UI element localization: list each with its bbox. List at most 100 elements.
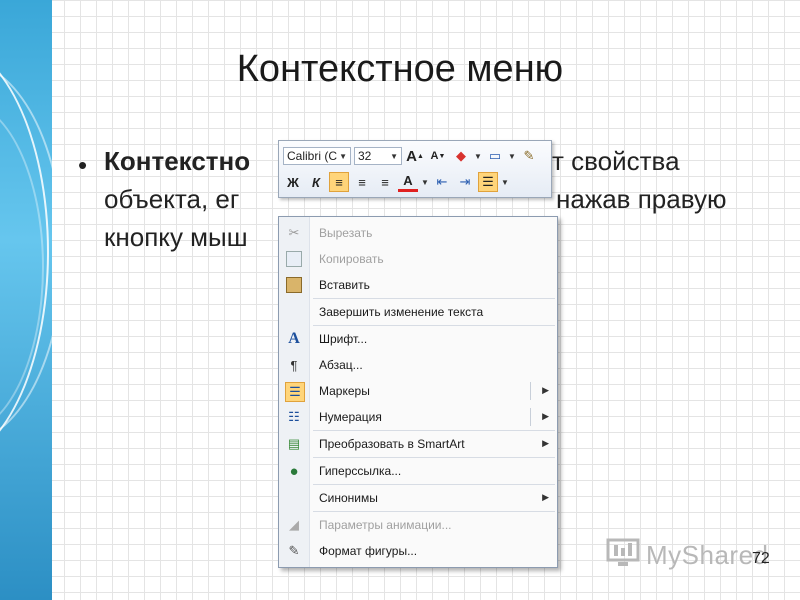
fill-color-button[interactable]: ◆	[451, 146, 471, 166]
font-color-button[interactable]: A	[398, 172, 418, 192]
decrease-indent-icon: ⇤	[436, 174, 448, 189]
menu-item-font[interactable]: A Шрифт...	[279, 327, 557, 351]
submenu-arrow-icon[interactable]: ▶	[542, 492, 549, 503]
chevron-down-icon[interactable]: ▼	[474, 152, 482, 161]
grow-font-icon: A	[406, 147, 417, 165]
shrink-font-button[interactable]: A ▼	[428, 146, 448, 166]
font-icon: A	[288, 330, 300, 347]
bullet-marker: •	[78, 150, 88, 180]
font-name-value: Calibri (С	[287, 149, 338, 163]
bullet-text-line3: кнопку мыш	[104, 222, 248, 252]
menu-item-label: Копировать	[319, 252, 384, 266]
watermark-monitor-icon	[606, 538, 640, 566]
toolbar-row-1: Calibri (С ▼ 32 ▼ A ▲ A ▼ ◆ ▼ ▭ ▼ ✎	[283, 144, 539, 168]
bold-button[interactable]: Ж	[283, 172, 303, 192]
bullets-button[interactable]: ☰	[478, 172, 498, 192]
bullets-icon: ☰	[482, 174, 494, 189]
menu-item-label: Завершить изменение текста	[319, 305, 484, 319]
chevron-down-icon[interactable]: ▼	[508, 152, 516, 161]
menu-separator	[313, 511, 555, 512]
pen-outline-icon: ▭	[488, 148, 502, 163]
chevron-down-icon[interactable]: ▼	[501, 178, 509, 187]
menu-item-label: Формат фигуры...	[319, 544, 418, 558]
mini-format-toolbar: Calibri (С ▼ 32 ▼ A ▲ A ▼ ◆ ▼ ▭ ▼ ✎ Ж К ≡ …	[278, 140, 552, 198]
submenu-arrow-icon[interactable]: ▶	[542, 411, 549, 422]
font-size-combo[interactable]: 32 ▼	[354, 147, 402, 165]
increase-indent-icon: ⇥	[459, 174, 471, 189]
menu-item-label: Гиперссылка...	[319, 464, 402, 478]
brush-icon: ✎	[523, 148, 535, 163]
align-right-button[interactable]: ≡	[375, 172, 395, 192]
menu-item-label: Синонимы	[319, 491, 378, 505]
menu-item-bullets[interactable]: ☰ Маркеры ▶	[279, 379, 557, 403]
grow-font-button[interactable]: A ▲	[405, 146, 425, 166]
numbering-icon: ☷	[288, 409, 300, 424]
menu-item-hyperlink[interactable]: ● Гиперссылка...	[279, 459, 557, 483]
paste-icon	[285, 276, 303, 294]
submenu-divider	[530, 382, 531, 400]
align-left-icon: ≡	[335, 174, 343, 190]
menu-item-format-shape[interactable]: ✎ Формат фигуры...	[279, 539, 557, 563]
menu-separator	[313, 298, 555, 299]
menu-item-copy[interactable]: Копировать	[279, 247, 557, 271]
format-painter-button[interactable]: ✎	[519, 146, 539, 166]
submenu-divider	[530, 408, 531, 426]
paragraph-icon: ¶	[290, 357, 298, 373]
menu-item-label: Абзац...	[319, 358, 363, 372]
decrease-indent-button[interactable]: ⇤	[432, 172, 452, 192]
menu-item-label: Нумерация	[319, 410, 382, 424]
font-color-icon: A	[403, 173, 413, 188]
smartart-icon: ▤	[287, 436, 301, 451]
bullets-icon: ☰	[285, 382, 305, 402]
align-left-button[interactable]: ≡	[329, 172, 349, 192]
menu-item-cut[interactable]: ✂ Вырезать	[279, 221, 557, 245]
menu-item-label: Вставить	[319, 278, 370, 292]
menu-item-synonyms[interactable]: Синонимы ▶	[279, 486, 557, 510]
watermark-text: MyShared	[646, 540, 769, 570]
menu-item-label: Вырезать	[319, 226, 373, 240]
menu-separator	[313, 430, 555, 431]
toolbar-row-2: Ж К ≡ ≡ ≡ A ▼ ⇤ ⇥ ☰ ▼	[283, 170, 509, 194]
watermark-logo: MyShared	[604, 536, 770, 570]
submenu-arrow-icon[interactable]: ▶	[542, 385, 549, 396]
slide-page-number: 72	[752, 550, 770, 567]
increase-indent-button[interactable]: ⇥	[455, 172, 475, 192]
bold-icon: Ж	[287, 174, 299, 190]
shrink-font-icon: A	[430, 150, 439, 162]
menu-item-label: Маркеры	[319, 384, 370, 398]
align-right-icon: ≡	[381, 174, 389, 190]
font-name-combo[interactable]: Calibri (С ▼	[283, 147, 351, 165]
slide-title: Контекстное меню	[236, 48, 564, 90]
chevron-down-icon: ▼	[339, 151, 347, 161]
globe-link-icon: ●	[289, 462, 299, 480]
align-center-icon: ≡	[358, 174, 366, 190]
context-menu: ✂ Вырезать Копировать Вставить Завершить…	[278, 216, 558, 568]
menu-item-label: Параметры анимации...	[319, 518, 452, 532]
italic-icon: К	[312, 174, 320, 190]
menu-item-finish-editing[interactable]: Завершить изменение текста	[279, 300, 557, 324]
outline-color-button[interactable]: ▭	[485, 146, 505, 166]
bullet-text-line2-end: нажав правую	[556, 184, 727, 214]
font-size-value: 32	[358, 149, 372, 163]
animation-icon: ◢	[289, 517, 299, 532]
bullet-text-line1: Контекстно	[104, 146, 250, 177]
menu-item-label: Преобразовать в SmartArt	[319, 437, 465, 451]
scissors-icon: ✂	[288, 225, 300, 240]
paint-bucket-icon: ◆	[456, 148, 466, 163]
chevron-down-icon: ▼	[390, 151, 398, 161]
menu-separator	[313, 457, 555, 458]
copy-icon	[285, 250, 303, 268]
submenu-arrow-icon[interactable]: ▶	[542, 438, 549, 449]
menu-item-smartart[interactable]: ▤ Преобразовать в SmartArt ▶	[279, 432, 557, 456]
bullet-text-line1-end: т свойства	[552, 146, 680, 176]
bullet-text-line2: объекта, ег	[104, 184, 240, 214]
italic-button[interactable]: К	[306, 172, 326, 192]
chevron-down-icon[interactable]: ▼	[421, 178, 429, 187]
align-center-button[interactable]: ≡	[352, 172, 372, 192]
menu-separator	[313, 325, 555, 326]
menu-item-paste[interactable]: Вставить	[279, 273, 557, 297]
menu-item-numbering[interactable]: ☷ Нумерация ▶	[279, 405, 557, 429]
menu-item-paragraph[interactable]: ¶ Абзац...	[279, 353, 557, 377]
menu-item-label: Шрифт...	[319, 332, 368, 346]
menu-item-animation-settings[interactable]: ◢ Параметры анимации...	[279, 513, 557, 537]
